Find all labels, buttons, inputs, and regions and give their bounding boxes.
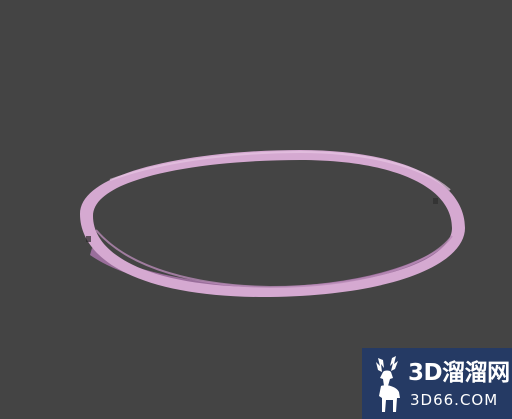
watermark-domain: 3D66.COM: [410, 391, 499, 409]
3d-viewport[interactable]: 3D溜溜网 3D66.COM: [0, 0, 512, 419]
watermark: 3D溜溜网 3D66.COM: [362, 348, 512, 419]
deer-icon: [376, 356, 400, 412]
watermark-brand: 3D溜溜网: [408, 360, 510, 386]
